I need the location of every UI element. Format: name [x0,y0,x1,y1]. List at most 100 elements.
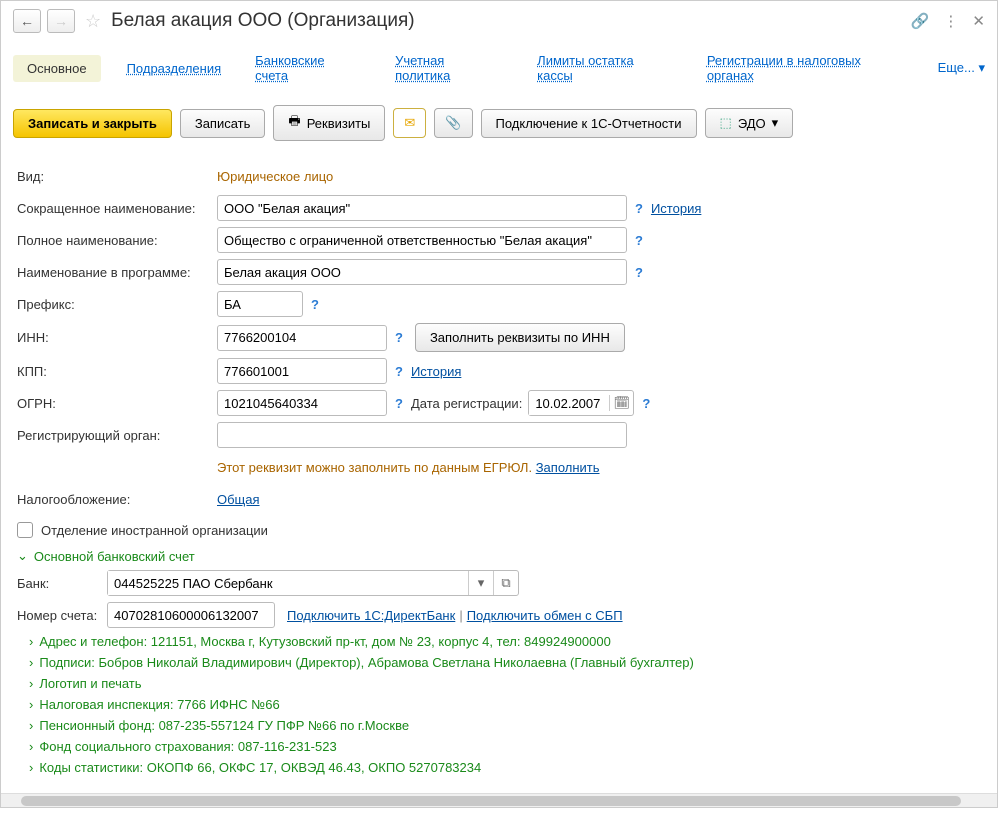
date-input-wrap: 🗓 [528,390,634,416]
save-close-button[interactable]: Записать и закрыть [13,109,172,138]
section-logo[interactable]: ›Логотип и печать [29,676,981,691]
help-ogrn[interactable]: ? [395,396,403,411]
favorite-star-icon[interactable]: ☆ [85,11,101,32]
attach-button[interactable]: 📎 [434,108,472,138]
edo-button[interactable]: ⬚ЭДО▾ [705,108,794,138]
help-prefix[interactable]: ? [311,297,319,312]
link-directbank[interactable]: Подключить 1С:ДиректБанк [287,608,455,623]
link-taxation[interactable]: Общая [217,492,260,507]
section-social-insurance-label: Фонд социального страхования: 087-116-23… [39,739,336,754]
input-reg-date[interactable] [529,392,609,415]
label-prefix: Префикс: [17,297,217,312]
connect-1c-button[interactable]: Подключение к 1С-Отчетности [481,109,697,138]
label-reg-authority: Регистрирующий орган: [17,428,217,443]
tab-bank-accounts[interactable]: Банковские счета [247,47,369,89]
envelope-icon: ✉ [404,115,415,131]
row-ogrn: ОГРН: ? Дата регистрации: 🗓 ? [17,390,981,416]
label-ogrn: ОГРН: [17,396,217,411]
bank-dropdown-icon[interactable]: ▾ [469,575,493,591]
chevron-right-icon: › [29,718,33,733]
input-short-name[interactable] [217,195,627,221]
requisites-label: Реквизиты [307,116,371,131]
link-fill-egrul[interactable]: Заполнить [536,460,600,475]
tab-cash-limits[interactable]: Лимиты остатка кассы [529,47,681,89]
calendar-icon[interactable]: 🗓 [609,395,633,411]
section-bank-account[interactable]: ⌄ Основной банковский счет [17,548,981,564]
tab-tax-registrations[interactable]: Регистрации в налоговых органах [699,47,920,89]
label-kpp: КПП: [17,364,217,379]
label-program-name: Наименование в программе: [17,265,217,280]
row-program-name: Наименование в программе: ? [17,259,981,285]
section-signatures-label: Подписи: Бобров Николай Владимирович (Ди… [39,655,694,670]
tab-more[interactable]: Еще... ▾ [938,60,985,76]
row-reg-authority: Регистрирующий орган: [17,422,981,448]
section-address[interactable]: ›Адрес и телефон: 121151, Москва г, Куту… [29,634,981,649]
section-bank-account-label: Основной банковский счет [34,549,195,564]
input-ogrn[interactable] [217,390,387,416]
help-short-name[interactable]: ? [635,201,643,216]
label-taxation: Налогообложение: [17,492,217,507]
paperclip-icon: 📎 [445,115,461,131]
section-signatures[interactable]: ›Подписи: Бобров Николай Владимирович (Д… [29,655,981,670]
input-inn[interactable] [217,325,387,351]
organization-window: ← → ☆ Белая акация ООО (Организация) 🔗 ⋮… [0,0,998,808]
form: Вид: Юридическое лицо Сокращенное наимен… [1,151,997,793]
label-inn: ИНН: [17,330,217,345]
section-tax-inspection[interactable]: › Налоговая инспекция: 7766 ИФНС №66 [29,697,981,712]
row-kpp: КПП: ? История [17,358,981,384]
toolbar: Записать и закрыть Записать 🖶 Реквизиты ✉… [1,95,997,151]
kebab-menu-icon[interactable]: ⋮ [943,12,958,30]
print-icon: 🖶 [288,112,300,134]
row-taxation: Налогообложение: Общая [17,486,981,512]
page-title: Белая акация ООО (Организация) [111,10,905,32]
value-type[interactable]: Юридическое лицо [217,169,333,184]
section-pension-fund[interactable]: › Пенсионный фонд: 087-235-557124 ГУ ПФР … [29,718,981,733]
scrollbar-thumb[interactable] [21,796,961,806]
row-short-name: Сокращенное наименование: ? История [17,195,981,221]
tab-accounting-policy[interactable]: Учетная политика [387,47,511,89]
chevron-right-icon: › [29,760,33,775]
input-full-name[interactable] [217,227,627,253]
section-social-insurance[interactable]: ›Фонд социального страхования: 087-116-2… [29,739,981,754]
label-short-name: Сокращенное наименование: [17,201,217,216]
input-reg-authority[interactable] [217,422,627,448]
save-button[interactable]: Записать [180,109,266,138]
help-reg-date[interactable]: ? [642,396,650,411]
chevron-right-icon: › [29,676,33,691]
edo-icon: ⬚ [720,115,732,131]
chevron-right-icon: › [29,697,33,712]
help-full-name[interactable]: ? [635,233,643,248]
email-button[interactable]: ✉ [393,108,426,138]
bank-open-icon[interactable]: ⧉ [494,575,518,591]
link-history-kpp[interactable]: История [411,364,461,379]
input-bank[interactable] [108,571,468,595]
close-icon[interactable]: ✕ [972,12,985,30]
section-tax-inspection-label: Налоговая инспекция: 7766 ИФНС №66 [39,697,279,712]
row-prefix: Префикс: ? [17,291,981,317]
input-kpp[interactable] [217,358,387,384]
input-account-number[interactable] [107,602,275,628]
input-prefix[interactable] [217,291,303,317]
section-statistics-codes[interactable]: ›Коды статистики: ОКОПФ 66, ОКФС 17, ОКВ… [29,760,981,775]
section-pension-fund-label: Пенсионный фонд: 087-235-557124 ГУ ПФР №… [39,718,409,733]
link-sbp[interactable]: Подключить обмен с СБП [467,608,623,623]
row-type: Вид: Юридическое лицо [17,163,981,189]
forward-button[interactable]: → [47,9,75,33]
horizontal-scrollbar[interactable] [1,793,997,807]
row-bank: Банк: ▾ ⧉ [17,570,981,596]
foreign-branch-checkbox[interactable] [17,522,33,538]
link-icon[interactable]: 🔗 [911,12,930,30]
tab-divisions[interactable]: Подразделения [119,55,230,82]
tab-bar: Основное Подразделения Банковские счета … [1,41,997,95]
requisites-button[interactable]: 🖶 Реквизиты [273,105,385,141]
chevron-down-icon: ⌄ [17,548,28,564]
help-kpp[interactable]: ? [395,364,403,379]
help-program-name[interactable]: ? [635,265,643,280]
label-foreign-branch: Отделение иностранной организации [41,523,268,538]
tab-main[interactable]: Основное [13,55,101,82]
back-button[interactable]: ← [13,9,41,33]
help-inn[interactable]: ? [395,330,403,345]
fill-by-inn-button[interactable]: Заполнить реквизиты по ИНН [415,323,625,352]
input-program-name[interactable] [217,259,627,285]
link-history-short-name[interactable]: История [651,201,701,216]
